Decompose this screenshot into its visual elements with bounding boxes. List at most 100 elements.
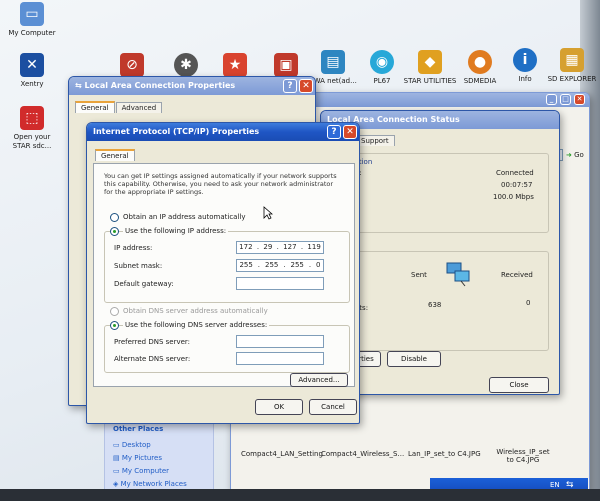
file-item[interactable]: Compact4_Wireless_S... xyxy=(321,450,404,458)
window-title: Internet Protocol (TCP/IP) Properties xyxy=(93,127,260,136)
go-icon: ➜ xyxy=(566,151,572,159)
alternate-dns-input[interactable] xyxy=(236,352,324,365)
close-icon[interactable]: ✕ xyxy=(574,94,585,105)
place-link-desktop[interactable]: ▭ Desktop xyxy=(113,441,151,449)
go-label: Go xyxy=(574,151,584,159)
pdf-icon: ⬚ xyxy=(20,106,44,130)
computer-icon: ▭ xyxy=(113,467,120,475)
ip-octet: 127 xyxy=(283,243,297,251)
ip-octet: 29 xyxy=(263,243,273,251)
ok-button[interactable]: OK xyxy=(255,399,303,415)
tcpip-titlebar: Internet Protocol (TCP/IP) Properties ? … xyxy=(87,123,359,141)
place-link-my-computer[interactable]: ▭ My Computer xyxy=(113,467,169,475)
cancel-button[interactable]: Cancel xyxy=(309,399,357,415)
folder-icon: ▤ xyxy=(113,454,120,462)
desktop-icon-my-computer[interactable]: ▭ My Computer xyxy=(4,2,60,38)
tab-general[interactable]: General xyxy=(95,149,135,161)
speed-value: 100.0 Mbps xyxy=(493,193,534,201)
obtain-dns-auto-radio[interactable] xyxy=(110,307,119,316)
language-indicator[interactable]: EN xyxy=(550,481,560,489)
place-label: My Network Places xyxy=(120,480,187,488)
desktop-icon-label: Open your STAR sdc... xyxy=(12,133,52,150)
tab-support[interactable]: Support xyxy=(355,135,395,146)
pl67-icon: ◉ xyxy=(370,50,394,74)
desktop-icon-label: EWA net(ad... xyxy=(309,77,357,85)
sdmedia-icon: ● xyxy=(468,50,492,74)
close-button[interactable]: Close xyxy=(489,377,549,393)
close-icon[interactable]: ✕ xyxy=(343,125,357,139)
other-places-header: Other Places xyxy=(113,425,164,433)
advanced-button[interactable]: Advanced... xyxy=(290,373,348,387)
desktop-icon-label: PL67 xyxy=(373,77,391,85)
xentry-icon: ✕ xyxy=(20,53,44,77)
tab-general[interactable]: General xyxy=(75,101,115,113)
use-following-dns-label: Use the following DNS server addresses: xyxy=(123,321,270,329)
dns-settings-group xyxy=(104,325,350,373)
tab-advanced[interactable]: Advanced xyxy=(115,102,163,113)
place-link-my-pictures[interactable]: ▤ My Pictures xyxy=(113,454,162,462)
maximize-button[interactable]: □ xyxy=(560,94,571,105)
desktop-icon-label: SDMEDIA xyxy=(463,77,497,85)
place-label: My Computer xyxy=(121,467,170,475)
place-label: Desktop xyxy=(121,441,151,449)
red-toolbox-icon: ▣ xyxy=(274,53,298,77)
ip-octet: 119 xyxy=(307,243,321,251)
desktop-icon-label: Info xyxy=(518,75,532,83)
ip-dot: . xyxy=(256,243,260,251)
subnet-octet: 0 xyxy=(316,261,321,269)
preferred-dns-label: Preferred DNS server: xyxy=(114,338,191,346)
desktop-icon-star-utilities[interactable]: ◆ STAR UTILITIES xyxy=(402,50,458,86)
sent-label: Sent xyxy=(411,271,427,279)
ip-address-input[interactable]: 172. 29. 127. 119 xyxy=(236,241,324,254)
desktop-icon-label: STAR UTILITIES xyxy=(403,77,457,85)
ip-octet: 172 xyxy=(239,243,253,251)
ip-dot: . xyxy=(257,261,261,269)
lac-properties-titlebar: ⇆ Local Area Connection Properties ? ✕ xyxy=(69,77,315,95)
place-link-my-network[interactable]: ◈ My Network Places xyxy=(113,480,187,488)
info-icon: i xyxy=(513,48,537,72)
subnet-octet: 255 xyxy=(290,261,304,269)
subnet-mask-label: Subnet mask: xyxy=(114,262,163,270)
use-following-dns-radio[interactable] xyxy=(110,321,119,330)
desktop-icon-label: Xentry xyxy=(20,80,44,88)
ip-dot: . xyxy=(276,243,279,251)
mercedes-star-icon: ✱ xyxy=(174,53,198,77)
description-text: You can get IP settings assigned automat… xyxy=(104,172,337,196)
desktop-icon-sd-explorer[interactable]: ▦ SD EXPLORER xyxy=(544,48,600,84)
other-places-panel: Other Places ▭ Desktop ▤ My Pictures ▭ M… xyxy=(104,418,214,496)
received-label: Received xyxy=(501,271,533,279)
general-panel: You can get IP settings assigned automat… xyxy=(93,163,355,387)
desktop-icon-xentry[interactable]: ✕ Xentry xyxy=(4,53,60,89)
default-gateway-input[interactable] xyxy=(236,277,324,290)
help-button[interactable]: ? xyxy=(327,125,341,139)
file-item[interactable]: Lan_IP_set_to C4.JPG xyxy=(408,450,481,458)
status-value: Connected xyxy=(496,169,534,177)
file-item[interactable]: Wireless_IP_set to C4.JPG xyxy=(493,448,553,464)
obtain-ip-auto-radio[interactable] xyxy=(110,213,119,222)
help-button[interactable]: ? xyxy=(283,79,297,93)
subnet-mask-input[interactable]: 255. 255. 255. 0 xyxy=(236,259,324,272)
subnet-octet: 255 xyxy=(264,261,279,269)
use-following-ip-label: Use the following IP address: xyxy=(123,227,229,235)
desktop-icon-open-star-sdc[interactable]: ⬚ Open your STAR sdc... xyxy=(4,106,60,151)
tcpip-properties-dialog: Internet Protocol (TCP/IP) Properties ? … xyxy=(86,122,360,424)
go-button[interactable]: ➜ Go xyxy=(566,151,584,159)
desktop-icon-label: SD EXPLORER xyxy=(547,75,597,83)
ip-dot: . xyxy=(300,243,304,251)
disable-button[interactable]: Disable xyxy=(387,351,441,367)
subnet-octet: 255 xyxy=(239,261,253,269)
obtain-ip-auto-label: Obtain an IP address automatically xyxy=(123,213,246,221)
close-icon[interactable]: ✕ xyxy=(299,79,313,93)
minimize-button[interactable]: _ xyxy=(546,94,557,105)
preferred-dns-input[interactable] xyxy=(236,335,324,348)
file-item[interactable]: Compact4_LAN_Setting xyxy=(241,450,323,458)
no-entry-icon: ⊘ xyxy=(120,53,144,77)
monitor-bezel-bottom xyxy=(0,489,600,501)
ip-address-label: IP address: xyxy=(114,244,153,252)
duration-value: 00:07:57 xyxy=(501,181,533,189)
network-connection-icon: ⇆ xyxy=(75,81,82,90)
desktop-icon: ▭ xyxy=(113,441,120,449)
use-following-ip-radio[interactable] xyxy=(110,227,119,236)
ip-dot: . xyxy=(308,261,312,269)
lac-properties-tabs: General Advanced xyxy=(75,101,163,115)
